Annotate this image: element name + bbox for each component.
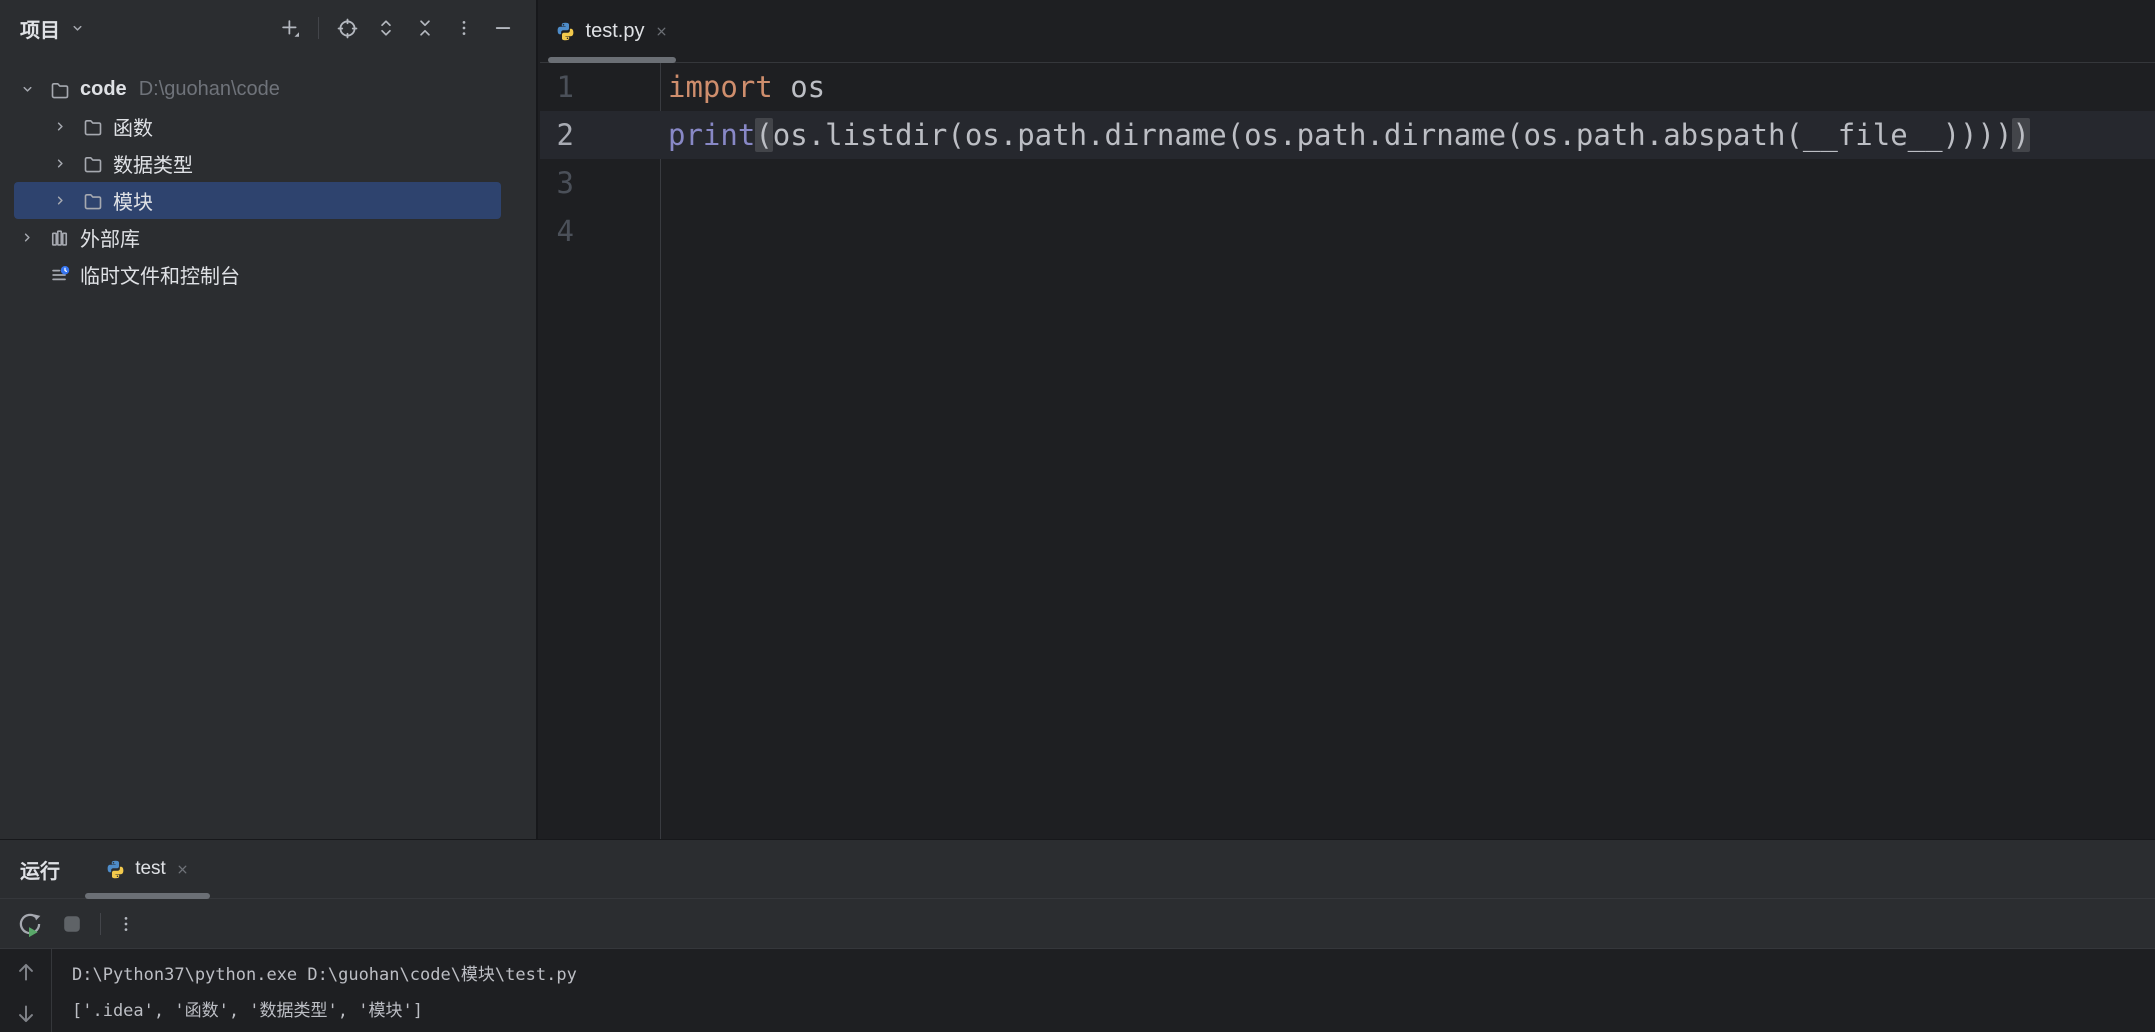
toolbar-divider bbox=[318, 17, 319, 39]
chevron-right-icon[interactable] bbox=[20, 230, 35, 245]
hide-icon bbox=[493, 18, 513, 38]
folder-icon bbox=[83, 154, 103, 174]
toolbar-divider bbox=[100, 913, 101, 935]
tree-item-label: 数据类型 bbox=[113, 149, 193, 178]
tree-item-shujuleixing[interactable]: 数据类型 bbox=[14, 145, 501, 182]
tree-item-label: 函数 bbox=[113, 112, 153, 141]
editor-line-4: 4 bbox=[540, 207, 2155, 255]
line-code: import os bbox=[540, 63, 825, 111]
close-tab-button[interactable] bbox=[654, 24, 669, 39]
chevron-right-icon[interactable] bbox=[53, 193, 69, 209]
editor-tab-test-py[interactable]: test.py bbox=[548, 0, 676, 62]
collapse-all-button[interactable] bbox=[414, 17, 436, 39]
arrow-up-icon bbox=[13, 959, 39, 985]
chevron-right-icon[interactable] bbox=[53, 193, 68, 208]
console-line: D:\Python37\python.exe D:\guohan\code\模块… bbox=[72, 957, 2155, 993]
run-tab-test[interactable]: test bbox=[85, 840, 210, 898]
folder-icon bbox=[83, 191, 103, 211]
tree-item-external-libraries[interactable]: 外部库 bbox=[14, 219, 501, 256]
chevron-down-icon[interactable] bbox=[20, 82, 35, 97]
tree-item-label: 模块 bbox=[113, 186, 153, 215]
rerun-icon bbox=[16, 910, 44, 938]
run-console: D:\Python37\python.exe D:\guohan\code\模块… bbox=[0, 949, 2155, 1032]
line-number: 4 bbox=[540, 207, 574, 255]
chevron-down-icon[interactable] bbox=[20, 82, 36, 98]
stop-icon bbox=[60, 912, 84, 936]
python-run-icon bbox=[105, 859, 126, 880]
tree-item-path: D:\guohan\code bbox=[139, 78, 280, 101]
stop-button[interactable] bbox=[60, 912, 84, 936]
tree-item-scratches-consoles[interactable]: 临时文件和控制台 bbox=[14, 256, 501, 293]
tree-item-label: code bbox=[80, 78, 127, 101]
close-run-tab-icon[interactable] bbox=[175, 862, 190, 877]
run-toolbar bbox=[0, 899, 2155, 949]
chevron-right-icon[interactable] bbox=[53, 156, 69, 172]
close-run-tab-button[interactable] bbox=[175, 862, 190, 877]
pycharm-window: 项目 code D:\guohan\code 函数数据类型模块外部库临时文件和控制台… bbox=[0, 0, 2155, 1032]
run-tool-window: 运行 test D:\Python37\python.exe D:\guohan… bbox=[0, 839, 2155, 1032]
more-options-icon bbox=[455, 18, 473, 38]
project-views-dropdown[interactable] bbox=[70, 21, 85, 36]
arrow-down-icon bbox=[13, 1001, 39, 1027]
run-tab-label: test bbox=[135, 858, 166, 880]
chevron-right-icon[interactable] bbox=[53, 156, 68, 171]
editor-area[interactable]: test.py 1import os2print(os.listdir(os.p… bbox=[540, 0, 2155, 839]
editor-line-1: 1import os bbox=[540, 63, 2155, 111]
folder-icon bbox=[83, 191, 103, 211]
editor-line-3: 3 bbox=[540, 159, 2155, 207]
tree-item-label: 外部库 bbox=[80, 223, 140, 252]
add-button[interactable] bbox=[279, 17, 301, 39]
console-line: ['.idea', '函数', '数据类型', '模块'] bbox=[72, 993, 2155, 1029]
line-number: 3 bbox=[540, 159, 574, 207]
folder-icon bbox=[83, 117, 103, 137]
editor-tab-bar: test.py bbox=[540, 0, 2155, 63]
chevron-right-icon[interactable] bbox=[53, 119, 69, 135]
run-panel-title: 运行 bbox=[20, 855, 60, 884]
expand-all-button[interactable] bbox=[375, 17, 397, 39]
arrow-down-button[interactable] bbox=[13, 1001, 39, 1027]
project-panel-title: 项目 bbox=[20, 14, 60, 43]
library-icon bbox=[50, 228, 70, 248]
arrow-up-button[interactable] bbox=[13, 959, 39, 985]
python-file-icon bbox=[555, 21, 576, 42]
collapse-all-icon bbox=[416, 18, 434, 38]
console-gutter bbox=[0, 949, 52, 1032]
more-options-button[interactable] bbox=[117, 914, 135, 934]
code-editor[interactable]: 1import os2print(os.listdir(os.path.dirn… bbox=[540, 63, 2155, 839]
tree-item-code-root[interactable]: code D:\guohan\code bbox=[14, 71, 501, 108]
locate-icon bbox=[337, 18, 358, 39]
project-tool-window: 项目 code D:\guohan\code 函数数据类型模块外部库临时文件和控制台 bbox=[0, 0, 538, 839]
library-icon bbox=[50, 228, 70, 248]
chevron-down-icon bbox=[70, 21, 85, 36]
tree-item-mokuai[interactable]: 模块 bbox=[14, 182, 501, 219]
folder-icon bbox=[83, 154, 103, 174]
scratches-icon bbox=[50, 265, 70, 285]
active-run-tab-indicator bbox=[85, 893, 210, 899]
console-output[interactable]: D:\Python37\python.exe D:\guohan\code\模块… bbox=[52, 949, 2155, 1032]
run-panel-header: 运行 test bbox=[0, 840, 2155, 899]
more-options-button[interactable] bbox=[453, 17, 475, 39]
scratches-icon bbox=[50, 265, 70, 285]
project-panel-header: 项目 bbox=[0, 0, 536, 50]
chevron-right-icon[interactable] bbox=[53, 119, 68, 134]
folder-icon bbox=[83, 117, 103, 137]
project-panel-toolbar bbox=[279, 17, 514, 39]
expand-all-icon bbox=[377, 18, 395, 38]
chevron-right-icon[interactable] bbox=[20, 230, 36, 246]
folder-icon bbox=[50, 80, 70, 100]
tree-item-hanshu[interactable]: 函数 bbox=[14, 108, 501, 145]
close-tab-icon[interactable] bbox=[654, 24, 669, 39]
editor-line-2: 2print(os.listdir(os.path.dirname(os.pat… bbox=[540, 111, 2155, 159]
folder-icon bbox=[50, 80, 70, 100]
locate-button[interactable] bbox=[336, 17, 358, 39]
rerun-button[interactable] bbox=[16, 910, 44, 938]
tree-item-label: 临时文件和控制台 bbox=[80, 260, 240, 289]
editor-tab-label: test.py bbox=[586, 20, 645, 43]
hide-button[interactable] bbox=[492, 17, 514, 39]
tree-indent-spacer bbox=[20, 267, 36, 283]
project-tree: code D:\guohan\code 函数数据类型模块外部库临时文件和控制台 bbox=[0, 71, 536, 293]
add-icon bbox=[280, 18, 300, 38]
more-options-icon bbox=[117, 914, 135, 934]
line-code: print(os.listdir(os.path.dirname(os.path… bbox=[540, 111, 2030, 159]
